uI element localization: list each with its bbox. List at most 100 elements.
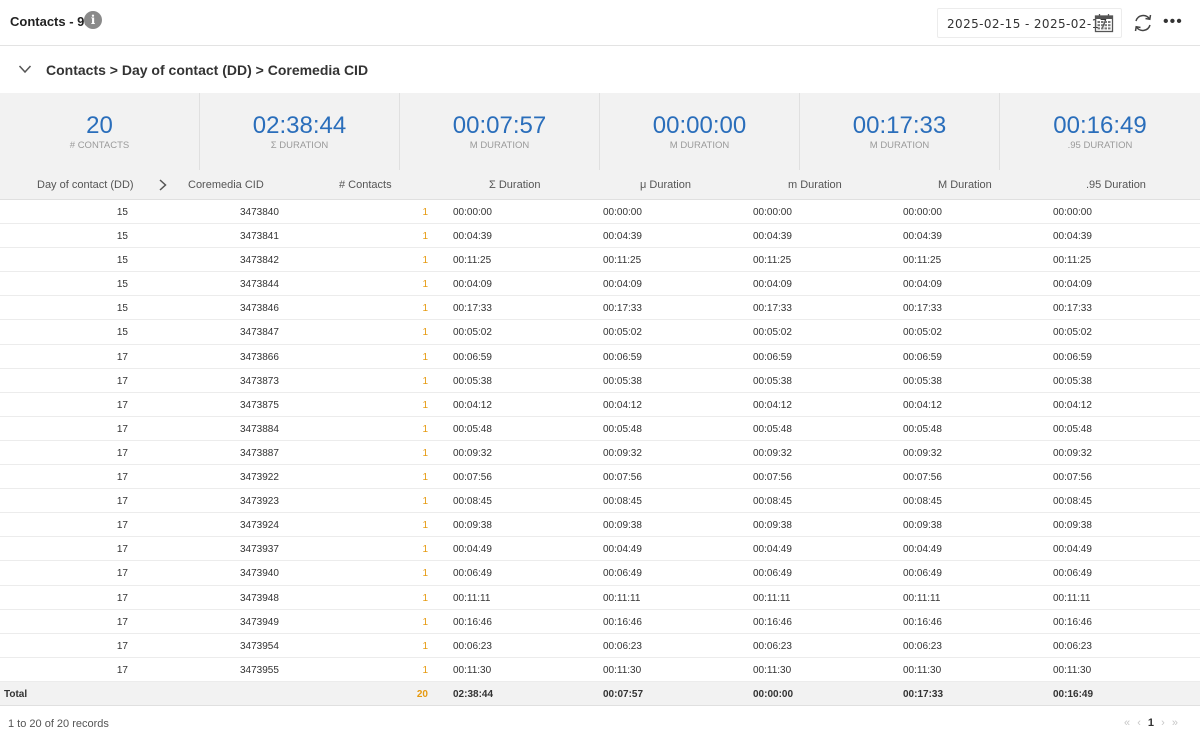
cell-mean-duration: 00:11:25: [603, 255, 642, 267]
cell-p95-duration: 00:11:11: [1053, 592, 1091, 604]
cell-max-duration: 00:00:00: [903, 207, 942, 218]
total-count: 20: [416, 689, 428, 700]
kpi-value: 02:38:44: [252, 112, 347, 139]
cell-min-duration: 00:07:56: [753, 472, 792, 484]
kpi-tile: 02:38:44 Σ DURATION: [200, 93, 400, 170]
table-row[interactable]: 17 3473875 1 00:04:12 00:04:12 00:04:12 00:04:…: [0, 393, 1200, 417]
table-row[interactable]: 17 3473937 1 00:04:49 00:04:49 00:04:49 00:04:…: [0, 537, 1200, 562]
table-row[interactable]: 17 3473922 1 00:07:56 00:07:56 00:07:56 00:07:…: [0, 465, 1200, 490]
chevron-right-icon[interactable]: [158, 178, 168, 192]
cell-p95-duration: 00:08:45: [1053, 496, 1092, 508]
col-header-max-duration[interactable]: M Duration: [938, 179, 992, 191]
cell-min-duration: 00:06:59: [753, 351, 792, 363]
cell-sum-duration: 00:05:48: [453, 423, 492, 435]
table-row[interactable]: 17 3473887 1 00:09:32 00:09:32 00:09:32 00:09:…: [0, 441, 1200, 466]
cell-sum-duration: 00:06:23: [453, 640, 492, 652]
more-icon[interactable]: •••: [1163, 14, 1185, 30]
page-number[interactable]: 1: [1148, 717, 1154, 729]
calendar-icon[interactable]: [1094, 13, 1114, 33]
cell-cid: 3473922: [240, 472, 279, 484]
last-page-button[interactable]: »: [1172, 717, 1178, 729]
table-row[interactable]: 17 3473940 1 00:06:49 00:06:49 00:06:49 00:06:…: [0, 561, 1200, 586]
col-header-min-duration[interactable]: m Duration: [788, 179, 842, 191]
col-header-sum-duration[interactable]: Σ Duration: [489, 179, 540, 191]
breadcrumb: Contacts > Day of contact (DD) > Coremed…: [46, 62, 369, 78]
col-header-count[interactable]: # Contacts: [339, 179, 392, 191]
cell-day: 17: [116, 472, 128, 484]
cell-p95-duration: 00:09:38: [1053, 520, 1092, 532]
table-row[interactable]: 15 3473841 1 00:04:39 00:04:39 00:04:39 00:04:…: [0, 224, 1200, 249]
col-header-p95-duration[interactable]: .95 Duration: [1086, 179, 1146, 191]
records-count: 1 to 20 of 20 records: [8, 718, 109, 730]
cell-day: 17: [116, 664, 128, 676]
cell-sum-duration: 00:09:32: [453, 447, 492, 459]
table-row[interactable]: 17 3473954 1 00:06:23 00:06:23 00:06:23 00:06:…: [0, 634, 1200, 658]
cell-day: 17: [116, 399, 128, 411]
cell-cid: 3473923: [240, 496, 279, 508]
cell-sum-duration: 00:05:38: [453, 375, 492, 387]
kpi-value: 00:17:33: [852, 112, 947, 139]
table-row[interactable]: 15 3473846 1 00:17:33 00:17:33 00:17:33 00:17:…: [0, 296, 1200, 321]
cell-max-duration: 00:07:56: [903, 472, 942, 484]
total-row: Total 20 02:38:44 00:07:57 00:00:00 00:1…: [0, 682, 1200, 706]
table-row[interactable]: 17 3473948 1 00:11:11 00:11:11 00:11:11 00:11:…: [0, 586, 1200, 610]
cell-min-duration: 00:16:46: [753, 616, 792, 628]
table-row[interactable]: 17 3473949 1 00:16:46 00:16:46 00:16:46 00:16:…: [0, 610, 1200, 634]
table-row[interactable]: 17 3473955 1 00:11:30 00:11:30 00:11:30 00:11:…: [0, 658, 1200, 682]
table-row[interactable]: 17 3473873 1 00:05:38 00:05:38 00:05:38 00:05:…: [0, 369, 1200, 393]
kpi-strip: 20 # CONTACTS 02:38:44 Σ DURATION 00:07:57 μ …: [0, 93, 1200, 170]
cell-sum-duration: 00:04:39: [453, 231, 492, 243]
cell-day: 17: [116, 496, 128, 508]
table-row[interactable]: 15 3473842 1 00:11:25 00:11:25 00:11:25 00:11:…: [0, 248, 1200, 273]
refresh-icon[interactable]: [1132, 12, 1154, 34]
first-page-button[interactable]: «: [1124, 717, 1130, 729]
cell-sum-duration: 00:09:38: [453, 520, 492, 532]
cell-count: 1: [422, 207, 428, 218]
cell-min-duration: 00:04:39: [753, 231, 792, 243]
cell-mean-duration: 00:06:59: [603, 351, 642, 363]
cell-mean-duration: 00:04:09: [603, 279, 642, 291]
cell-cid: 3473840: [240, 207, 279, 218]
cell-min-duration: 00:06:23: [753, 640, 792, 652]
table-row[interactable]: 15 3473840 1 00:00:00 00:00:00 00:00:00 00:00:…: [0, 200, 1200, 225]
col-header-day[interactable]: Day of contact (DD): [37, 179, 134, 191]
cell-p95-duration: 00:16:46: [1053, 616, 1092, 628]
cell-day: 15: [116, 231, 128, 243]
cell-count: 1: [422, 375, 428, 387]
table-row[interactable]: 17 3473884 1 00:05:48 00:05:48 00:05:48 00:05:…: [0, 417, 1200, 441]
cell-cid: 3473954: [240, 640, 279, 652]
table-row[interactable]: 17 3473924 1 00:09:38 00:09:38 00:09:38 00:09:…: [0, 513, 1200, 538]
top-bar: Contacts - 95 i 2025-02-15 - 2025-02-17 …: [0, 0, 1200, 46]
col-header-cid[interactable]: Coremedia CID: [188, 179, 264, 191]
col-header-mean-duration[interactable]: μ Duration: [640, 179, 691, 191]
next-page-button[interactable]: ›: [1161, 717, 1165, 729]
cell-mean-duration: 00:04:49: [603, 544, 642, 556]
date-range-picker[interactable]: 2025-02-15 - 2025-02-17: [937, 8, 1122, 38]
breadcrumb-bar: Contacts > Day of contact (DD) > Coremed…: [0, 47, 1200, 93]
table-body: 15 3473840 1 00:00:00 00:00:00 00:00:00 00:00:…: [0, 200, 1200, 682]
table-row[interactable]: 15 3473847 1 00:05:02 00:05:02 00:05:02 00:05:…: [0, 320, 1200, 345]
cell-max-duration: 00:09:38: [903, 520, 942, 532]
total-max-duration: 00:17:33: [903, 689, 944, 700]
cell-p95-duration: 00:17:33: [1053, 303, 1092, 315]
cell-cid: 3473884: [240, 423, 279, 435]
kpi-label: # CONTACTS: [69, 140, 130, 151]
chevron-down-icon[interactable]: [18, 63, 32, 75]
cell-min-duration: 00:08:45: [753, 496, 792, 508]
cell-max-duration: 00:16:46: [903, 616, 942, 628]
cell-count: 1: [422, 351, 428, 363]
info-icon[interactable]: i: [84, 11, 102, 29]
cell-count: 1: [422, 520, 428, 532]
kpi-label: μ DURATION: [469, 140, 530, 151]
cell-mean-duration: 00:09:38: [603, 520, 642, 532]
table-row[interactable]: 15 3473844 1 00:04:09 00:04:09 00:04:09 00:04:…: [0, 272, 1200, 297]
prev-page-button[interactable]: ‹: [1137, 717, 1141, 729]
cell-mean-duration: 00:06:23: [603, 640, 642, 652]
cell-sum-duration: 00:00:00: [453, 207, 492, 218]
cell-mean-duration: 00:16:46: [603, 616, 642, 628]
kpi-label: .95 DURATION: [1067, 140, 1133, 151]
table-row[interactable]: 17 3473923 1 00:08:45 00:08:45 00:08:45 00:08:…: [0, 489, 1200, 514]
table-row[interactable]: 17 3473866 1 00:06:59 00:06:59 00:06:59 00:06:…: [0, 345, 1200, 369]
cell-sum-duration: 00:04:12: [453, 399, 492, 411]
cell-min-duration: 00:04:12: [753, 399, 792, 411]
